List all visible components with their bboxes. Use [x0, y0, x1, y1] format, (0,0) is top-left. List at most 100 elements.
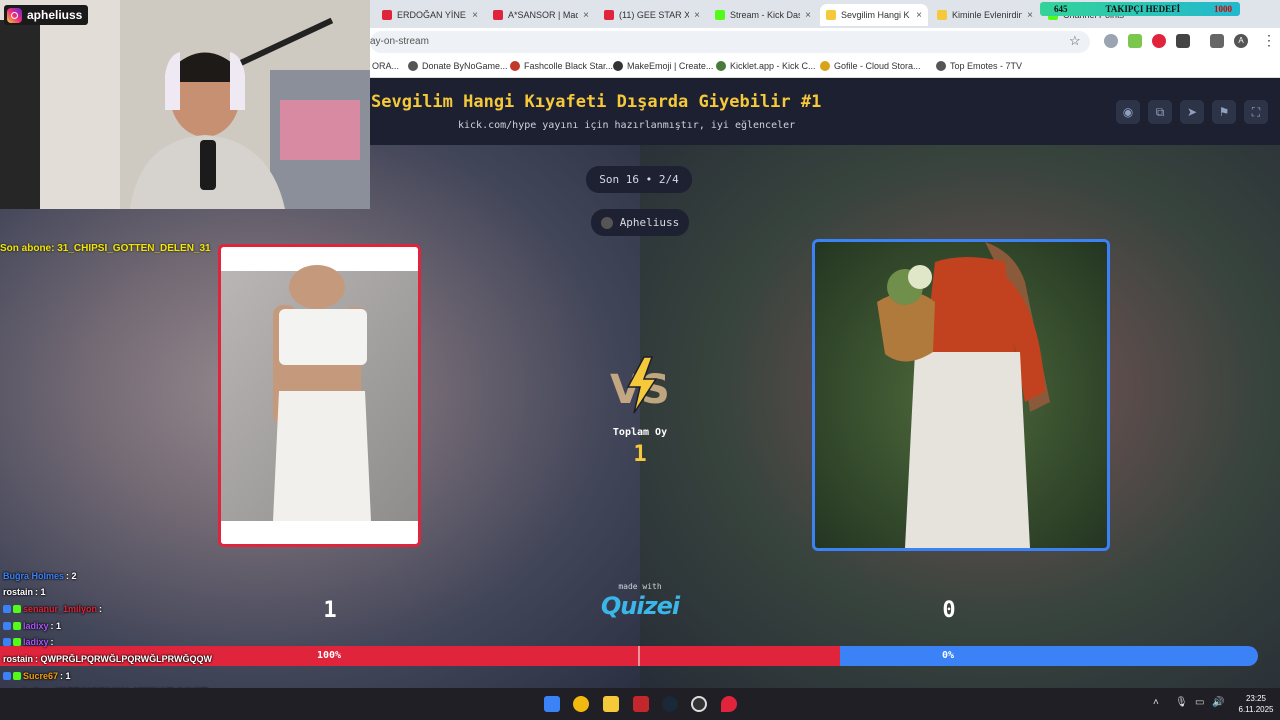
streamer-webcam-image — [0, 0, 370, 209]
green-extension-icon[interactable] — [1128, 34, 1142, 48]
browser-tab[interactable]: ERDOĞAN YİNE M × — [376, 4, 484, 26]
browser-tab[interactable]: Kiminle Evlenirdin × — [931, 4, 1039, 26]
url-field[interactable]: ay-on-stream — [370, 31, 1090, 53]
tab-close-icon[interactable]: × — [583, 10, 589, 21]
bookmark-label: Donate ByNoGame... — [422, 61, 508, 71]
profile-avatar[interactable]: A — [1234, 34, 1248, 48]
start-icon[interactable] — [544, 696, 560, 712]
chat-message: Sucre67 : 1 — [3, 668, 71, 683]
bookmark-item[interactable]: Kicklet.app - Kick C... — [716, 61, 816, 71]
tab-favicon-icon — [382, 10, 392, 20]
made-with-label: made with — [618, 582, 662, 591]
tab-favicon-icon — [493, 10, 503, 20]
tab-label: Sevgilim Hangi K — [841, 10, 910, 20]
chat-message: ladixy : — [3, 635, 54, 650]
tab-close-icon[interactable]: × — [694, 10, 700, 21]
chat-badge-icon — [13, 638, 21, 647]
copy-icon[interactable]: ⧉ — [1148, 100, 1172, 124]
follower-goal-label: TAKIPÇI HEDEFİ — [1105, 4, 1181, 14]
bookmark-favicon-icon — [510, 61, 520, 71]
left-vote-count: 1 — [323, 598, 337, 623]
eye-icon[interactable]: ◉ — [1116, 100, 1140, 124]
volume-icon[interactable]: 🔊 — [1212, 697, 1224, 708]
chat-text: : 1 — [60, 670, 71, 681]
taskbar-clock[interactable]: 23:25 6.11.2025 — [1234, 693, 1278, 715]
bookmark-item[interactable]: Fashcolle Black Star... — [510, 61, 613, 71]
bookmark-item[interactable]: MakeEmoji | Create... — [613, 61, 713, 71]
tab-label: A*SANSOR | Mad — [508, 10, 579, 20]
bookmark-label: Kicklet.app - Kick C... — [730, 61, 816, 71]
chrome-icon[interactable] — [573, 696, 589, 712]
media-icon[interactable] — [1210, 34, 1224, 48]
file-explorer-icon[interactable] — [603, 696, 619, 712]
option-left-card[interactable] — [218, 244, 421, 547]
option-right-card[interactable] — [812, 239, 1110, 551]
shield-extension-icon[interactable] — [1104, 34, 1118, 48]
bookmark-item[interactable]: Top Emotes - 7TV — [936, 61, 1022, 71]
bookmark-label: Fashcolle Black Star... — [524, 61, 614, 71]
user-avatar — [600, 216, 613, 229]
quiz-subtitle: kick.com/hype yayını için hazırlanmıştır… — [458, 120, 796, 131]
microphone-icon[interactable]: 🎙 — [1175, 697, 1188, 708]
puzzle-extension-icon[interactable] — [1176, 34, 1190, 48]
send-icon[interactable]: ➤ — [1180, 100, 1204, 124]
round-indicator: Son 16 • 2/4 — [586, 166, 692, 193]
url-text: ay-on-stream — [370, 36, 429, 47]
browser-menu-icon[interactable]: ⋮ — [1262, 32, 1276, 49]
chat-text: : — [99, 603, 103, 614]
chat-username: senanur_1milyon — [23, 603, 98, 614]
chat-username: ladixy — [23, 637, 49, 648]
tab-close-icon[interactable]: × — [1027, 10, 1033, 21]
user-pill: Apheliuss — [591, 209, 689, 236]
fullscreen-icon[interactable]: ⛶ — [1244, 100, 1268, 124]
versus-icon: VS — [610, 356, 670, 414]
browser-tab[interactable]: (11) GEE STAR X M × — [598, 4, 706, 26]
bookmark-label: ORA... — [372, 61, 400, 71]
obs-icon[interactable] — [691, 696, 707, 712]
display-icon[interactable]: ▭ — [1195, 697, 1204, 708]
chat-badge-icon — [13, 671, 21, 680]
right-vote-count: 0 — [942, 598, 956, 623]
bookmark-item[interactable]: Donate ByNoGame... — [408, 61, 508, 71]
bookmark-star-icon[interactable]: ☆ — [1069, 33, 1081, 49]
maps-pin-icon[interactable] — [721, 696, 737, 712]
bookmark-favicon-icon — [716, 61, 726, 71]
tab-close-icon[interactable]: × — [805, 10, 811, 21]
follower-goal-banner: 645 TAKIPÇI HEDEFİ 1000 — [1040, 2, 1240, 16]
streamer-app-icon[interactable] — [633, 696, 649, 712]
chat-badge-icon — [3, 638, 11, 647]
white-crop-top-outfit-image — [221, 247, 418, 544]
right-percent-label: 0% — [942, 650, 955, 661]
bookmark-label: Gofile - Cloud Stora... — [834, 61, 921, 71]
follower-goal-value: 1000 — [1214, 4, 1232, 14]
steam-icon[interactable] — [662, 696, 678, 712]
browser-tab[interactable]: Stream - Kick Das × — [709, 4, 817, 26]
chat-message: rostain : 1 — [3, 585, 46, 600]
chat-badge-icon — [13, 621, 21, 630]
quizei-logo: Quizei — [600, 592, 680, 620]
bookmark-label: Top Emotes - 7TV — [950, 61, 1023, 71]
bookmark-favicon-icon — [936, 61, 946, 71]
address-bar-row: ay-on-stream ☆ A ⋮ — [370, 28, 1280, 56]
chat-text: : — [50, 637, 54, 648]
tab-close-icon[interactable]: × — [916, 10, 922, 21]
quiz-title: Sevgilim Hangi Kıyafeti Dışarda Giyebili… — [371, 92, 822, 112]
tab-close-icon[interactable]: × — [472, 10, 478, 21]
browser-tab[interactable]: Sevgilim Hangi K × — [820, 4, 928, 26]
browser-tab[interactable]: A*SANSOR | Mad × — [487, 4, 595, 26]
chat-badge-icon — [3, 604, 11, 613]
left-percent-label: 100% — [317, 650, 342, 661]
chat-text: : 1 — [50, 620, 62, 631]
chat-badge-icon — [3, 671, 11, 680]
tab-favicon-icon — [604, 10, 614, 20]
opera-extension-icon[interactable] — [1152, 34, 1166, 48]
flag-icon[interactable]: ⚑ — [1212, 100, 1236, 124]
tab-label: ERDOĞAN YİNE M — [397, 10, 467, 20]
tray-chevron-icon[interactable]: ˄ — [1153, 697, 1159, 708]
bookmark-item[interactable]: Gofile - Cloud Stora... — [820, 61, 921, 71]
bookmark-item[interactable]: ORA... — [372, 61, 399, 71]
bookmark-favicon-icon — [613, 61, 623, 71]
bookmark-favicon-icon — [820, 61, 830, 71]
chat-text: : 2 — [66, 570, 77, 581]
instagram-handle: apheliuss — [27, 8, 83, 22]
